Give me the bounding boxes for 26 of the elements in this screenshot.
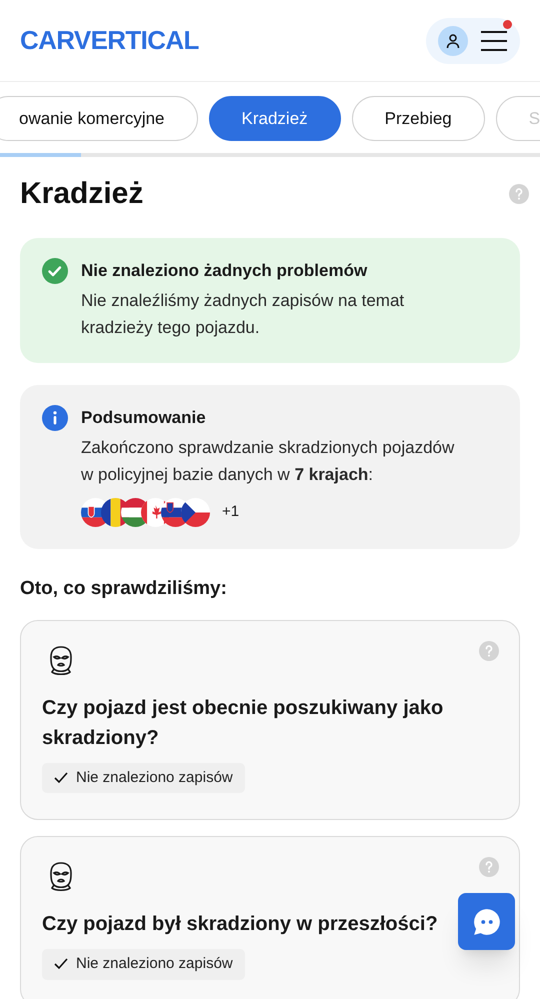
check-circle-icon	[42, 258, 68, 284]
result-text: Nie znaleziono zapisów	[76, 954, 233, 974]
check-question: Czy pojazd był skradziony w przeszłości?	[42, 912, 438, 937]
checkmark-icon	[54, 772, 68, 784]
alert-heading: Podsumowanie	[81, 407, 207, 429]
section-heading: Oto, co sprawdziliśmy:	[20, 577, 228, 601]
tab[interactable]: Przebieg	[352, 96, 485, 141]
alert-heading: Nie znaleziono żadnych problemów	[81, 260, 368, 282]
result-text: Nie znaleziono zapisów	[76, 768, 233, 788]
more-countries-count: +1	[222, 502, 240, 522]
balaclava-icon	[49, 861, 73, 893]
alert-text: Nie znaleźliśmy żadnych zapisów na temat kradzieży tego pojazdu.	[81, 290, 406, 339]
flag-icon	[181, 498, 210, 527]
chat-icon	[472, 906, 502, 936]
balaclava-icon	[49, 644, 73, 676]
tab[interactable]: Kradzież	[208, 96, 341, 141]
logo[interactable]: CARVERTICAL	[20, 21, 199, 60]
page-title: Kradzież	[20, 176, 144, 212]
chat-button[interactable]	[458, 893, 515, 950]
check-question: Czy pojazd jest obecnie poszukiwany jako skradziony?	[42, 696, 444, 750]
tab[interactable]: owanie komercyjne	[0, 96, 198, 141]
info-icon	[42, 405, 68, 431]
checkmark-icon	[54, 958, 68, 970]
alert-text: Zakończono sprawdzanie skradzionych pojazdów w policyjnej bazie danych w 7 krajach:	[81, 437, 456, 486]
user-icon	[445, 32, 461, 48]
account-button[interactable]	[438, 26, 468, 56]
